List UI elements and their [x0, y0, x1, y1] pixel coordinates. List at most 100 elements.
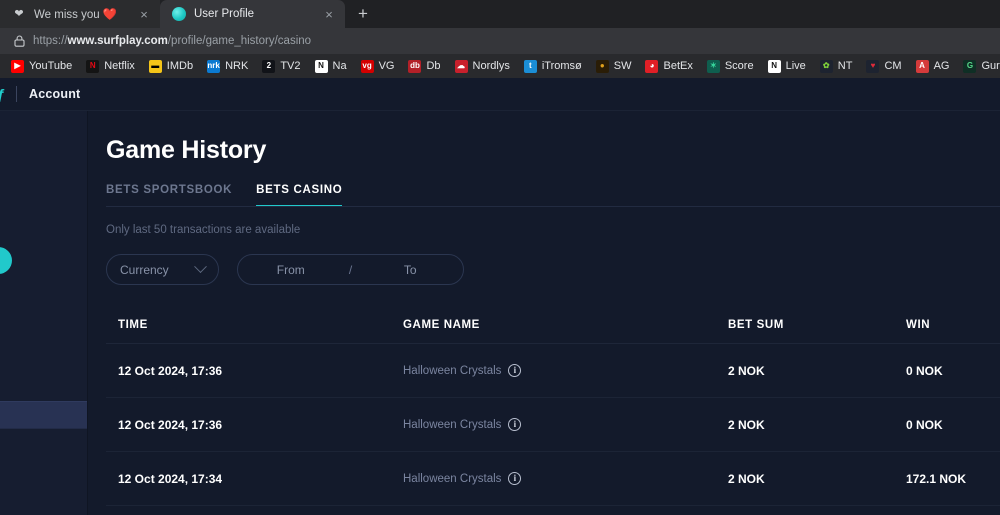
account-breadcrumb: Account — [29, 87, 81, 101]
sidebar-item-active[interactable] — [0, 401, 87, 429]
bookmark-favicon-icon: ◕ — [645, 59, 659, 73]
bookmark-favicon-icon: N — [314, 59, 328, 73]
column-header-time: TIME — [118, 318, 148, 331]
cell-win: 0 NOK — [906, 417, 943, 432]
bookmarks-bar: ▶ YouTube N Netflix ▬ IMDb nrk NRK 2 TV2 N Na vg VG db… — [0, 54, 1000, 78]
bookmark-favicon-icon: N — [767, 59, 781, 73]
bookmark-label: NRK — [225, 60, 249, 72]
bookmark-label: VG — [378, 60, 395, 72]
bookmark-favicon-icon: G — [963, 59, 977, 73]
lock-icon — [14, 35, 25, 47]
main-content: Game History BETS SPORTSBOOK BETS CASINO… — [88, 111, 1000, 515]
teal-circle-icon — [172, 7, 186, 21]
url-bar-row: https://www.surfplay.com/profile/game_hi… — [0, 28, 1000, 54]
bookmark-favicon-icon: t — [523, 59, 537, 73]
page-title: Game History — [106, 136, 267, 164]
bookmark-favicon-icon: ▬ — [148, 59, 162, 73]
table-row[interactable]: 12 Oct 2024, 17:36 Halloween Crystals i 2 N… — [106, 398, 1000, 452]
cell-win: 0 NOK — [906, 363, 943, 378]
info-icon[interactable]: i — [508, 364, 522, 377]
bookmark-item[interactable]: vg VG — [354, 56, 402, 76]
bookmark-item[interactable]: ▶ YouTube — [4, 56, 79, 76]
bookmark-label: AG — [933, 60, 950, 72]
cell-game-name: Halloween Crystals i — [403, 418, 728, 431]
bookmark-favicon-icon: N — [86, 59, 100, 73]
account-sidebar: OK cked by bonus it — [0, 111, 88, 515]
browser-tab-user-profile[interactable]: User Profile × — [160, 0, 345, 28]
bookmark-label: Netflix — [104, 60, 135, 72]
cell-game-name: Halloween Crystals i — [403, 472, 728, 485]
bookmark-item[interactable]: ☁ Nordlys — [448, 56, 517, 76]
bookmark-item[interactable]: ▬ IMDb — [142, 56, 200, 76]
body-area: OK cked by bonus it Game History BETS SP… — [0, 111, 1000, 515]
date-from-input[interactable]: From — [238, 263, 344, 277]
url-scheme: https:// — [33, 35, 68, 47]
bookmark-label: iTromsø — [541, 60, 582, 72]
tab-bets-casino[interactable]: BETS CASINO — [256, 184, 343, 207]
close-icon[interactable]: × — [321, 6, 337, 22]
game-history-table: TIME GAME NAME BET SUM WIN 12 Oct 2024, … — [106, 306, 1000, 506]
new-tab-icon[interactable]: + — [349, 0, 377, 27]
bookmark-label: Nordlys — [472, 60, 510, 72]
bookmark-label: IMDb — [166, 60, 194, 72]
bookmark-favicon-icon: vg — [360, 59, 374, 73]
bookmark-item[interactable]: ● SW — [589, 56, 639, 76]
table-row[interactable]: 12 Oct 2024, 17:36 Halloween Crystals i 2 N… — [106, 344, 1000, 398]
bookmark-item[interactable]: N Live — [761, 56, 813, 76]
currency-select[interactable]: Currency — [106, 254, 219, 285]
bookmark-item[interactable]: db Db — [401, 56, 447, 76]
chevron-down-icon — [194, 260, 207, 274]
bookmark-item[interactable]: ✶ Score — [700, 56, 761, 76]
bookmark-label: Live — [785, 60, 806, 72]
column-header-bet-sum: BET SUM — [728, 318, 784, 331]
transactions-notice: Only last 50 transactions are available — [106, 224, 301, 236]
date-separator: / — [348, 262, 353, 277]
deposit-button[interactable]: it — [0, 247, 12, 274]
filters-row: Currency From / To — [106, 254, 1000, 285]
bookmark-favicon-icon: ✿ — [819, 59, 833, 73]
bookmark-label: Score — [724, 60, 754, 72]
cell-time: 12 Oct 2024, 17:36 — [118, 363, 223, 378]
table-body: 12 Oct 2024, 17:36 Halloween Crystals i 2 N… — [106, 344, 1000, 506]
close-icon[interactable]: × — [136, 6, 152, 22]
bookmark-favicon-icon: ▶ — [11, 59, 24, 73]
sidebar-inner: OK cked by bonus it — [0, 111, 87, 274]
url-domain: www.surfplay.com — [67, 35, 168, 47]
bookmark-item[interactable]: ◕ BetEx — [638, 56, 699, 76]
bookmark-item[interactable]: A AG — [909, 56, 957, 76]
date-range-field[interactable]: From / To — [237, 254, 464, 285]
tab-strip: ❤ We miss you ❤️ × User Profile × + — [0, 0, 1000, 28]
date-to-input[interactable]: To — [358, 263, 464, 277]
info-icon[interactable]: i — [508, 472, 522, 485]
bookmark-item[interactable]: 2 TV2 — [255, 56, 307, 76]
bonus-locked-note: cked by bonus — [0, 216, 87, 228]
site-header: ƒ Account — [0, 78, 1000, 111]
browser-tab-title: We miss you ❤️ — [34, 9, 118, 21]
browser-tab-we-miss-you[interactable]: ❤ We miss you ❤️ × — [0, 0, 160, 28]
info-icon[interactable]: i — [508, 418, 522, 431]
cell-bet-sum: 2 NOK — [728, 363, 765, 378]
bookmark-item[interactable]: ✿ NT — [813, 56, 860, 76]
bookmark-favicon-icon: nrk — [207, 59, 221, 73]
table-row[interactable]: 12 Oct 2024, 17:34 Halloween Crystals i 2 N… — [106, 452, 1000, 506]
bookmark-item[interactable]: nrk NRK — [200, 56, 255, 76]
heart-icon: ❤ — [14, 7, 24, 20]
header-divider — [16, 86, 17, 102]
tabs-underline — [106, 206, 1000, 207]
bookmark-item[interactable]: t iTromsø — [517, 56, 589, 76]
bookmark-item[interactable]: N Na — [308, 56, 354, 76]
url-input[interactable]: https://www.surfplay.com/profile/game_hi… — [8, 31, 992, 51]
browser-chrome: ❤ We miss you ❤️ × User Profile × + http… — [0, 0, 1000, 78]
bookmark-favicon-icon: db — [408, 59, 422, 73]
bookmark-label: BetEx — [663, 60, 693, 72]
web-page: ƒ Account OK cked by bonus it Game Histo… — [0, 78, 1000, 515]
bookmark-item[interactable]: G Guru — [956, 56, 1000, 76]
bookmark-favicon-icon: ● — [595, 59, 609, 73]
cell-bet-sum: 2 NOK — [728, 471, 765, 486]
surfplay-logo-icon[interactable]: ƒ — [0, 86, 12, 103]
bookmark-item[interactable]: ♥ CM — [859, 56, 908, 76]
bookmark-item[interactable]: N Netflix — [79, 56, 142, 76]
url-text: https://www.surfplay.com/profile/game_hi… — [33, 35, 311, 47]
column-header-win: WIN — [906, 318, 931, 331]
tab-bets-sportsbook[interactable]: BETS SPORTSBOOK — [106, 184, 232, 207]
